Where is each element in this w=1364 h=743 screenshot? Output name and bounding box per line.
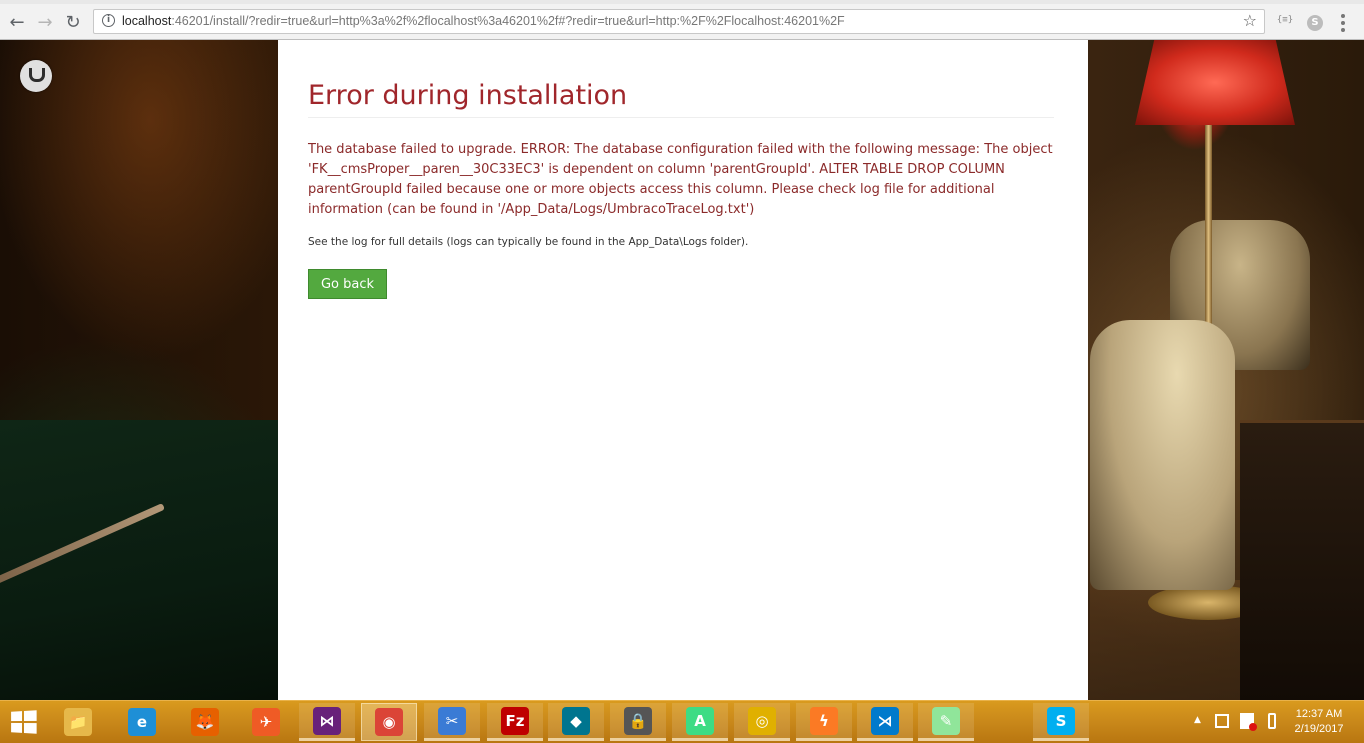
url-host: localhost bbox=[122, 14, 172, 28]
taskbar-mysql-workbench[interactable]: ◆ bbox=[548, 703, 604, 741]
info-icon[interactable]: i bbox=[102, 14, 115, 27]
umbraco-logo-icon[interactable] bbox=[20, 60, 52, 92]
reload-icon[interactable]: ↻ bbox=[60, 9, 86, 35]
visual-studio-icon: ⋈ bbox=[313, 706, 341, 735]
taskbar-android-studio[interactable]: A bbox=[672, 703, 728, 741]
url-path: :46201/install/?redir=true&url=http%3a%2… bbox=[171, 14, 845, 28]
action-center-flag-icon[interactable] bbox=[1240, 713, 1257, 731]
taskbar-filezilla[interactable]: Fz bbox=[487, 703, 543, 741]
notepad-plus-plus-icon: ✎ bbox=[932, 706, 960, 735]
windows-start-icon[interactable] bbox=[11, 710, 37, 734]
taskbar-xampp[interactable]: ϟ bbox=[796, 703, 852, 741]
windows-taskbar: 📁 e 🦊 ✈ ⋈ ◉ ✂ Fz ◆ 🔒 A ◎ ϟ ⋊ ✎ S ▲ 12:37 AM 2/19/2017 bbox=[0, 700, 1364, 743]
error-heading: Error during installation bbox=[308, 80, 1054, 118]
show-hidden-icons-icon[interactable]: ▲ bbox=[1194, 715, 1201, 725]
taskbar-postman[interactable]: ✈ bbox=[238, 703, 294, 741]
error-message: The database failed to upgrade. ERROR: T… bbox=[308, 142, 1053, 217]
url-text[interactable]: localhost:46201/install/?redir=true&url=… bbox=[122, 14, 845, 28]
background-lamp-shade bbox=[1135, 40, 1295, 125]
vpn-client-icon: 🔒 bbox=[624, 706, 652, 735]
taskbar-visual-studio[interactable]: ⋈ bbox=[299, 703, 355, 741]
clock-date: 2/19/2017 bbox=[1294, 723, 1344, 735]
android-studio-icon: A bbox=[686, 706, 714, 735]
mysql-workbench-icon: ◆ bbox=[562, 706, 590, 735]
taskbar-notepad-plus-plus[interactable]: ✎ bbox=[918, 703, 974, 741]
sql-utility-icon: ◎ bbox=[748, 706, 776, 735]
file-explorer-icon: 📁 bbox=[64, 708, 92, 736]
taskbar-firefox[interactable]: 🦊 bbox=[177, 703, 233, 741]
address-bar[interactable]: i localhost:46201/install/?redir=true&ur… bbox=[93, 9, 1265, 34]
bookmark-star-icon[interactable]: ☆ bbox=[1243, 11, 1257, 30]
system-clock[interactable]: 12:37 AM 2/19/2017 bbox=[1284, 707, 1354, 737]
taskbar-internet-explorer[interactable]: e bbox=[114, 703, 170, 741]
postman-icon: ✈ bbox=[252, 708, 280, 736]
go-back-button[interactable]: Go back bbox=[308, 269, 387, 299]
taskbar-file-explorer[interactable]: 📁 bbox=[50, 703, 106, 741]
browser-toolbar: ← → ↻ i localhost:46201/install/?redir=t… bbox=[0, 4, 1364, 40]
xampp-icon: ϟ bbox=[810, 706, 838, 735]
firefox-icon: 🦊 bbox=[191, 708, 219, 736]
taskbar-sql-utility[interactable]: ◎ bbox=[734, 703, 790, 741]
page-viewport: Error during installation The database f… bbox=[0, 40, 1364, 700]
error-panel: Error during installation The database f… bbox=[278, 40, 1088, 700]
battery-icon[interactable] bbox=[1268, 713, 1276, 729]
taskbar-vs-code[interactable]: ⋊ bbox=[857, 703, 913, 741]
taskbar-chrome[interactable]: ◉ bbox=[361, 703, 417, 741]
internet-explorer-icon: e bbox=[128, 708, 156, 736]
background-armchair bbox=[1090, 320, 1235, 590]
taskbar-vpn-client[interactable]: 🔒 bbox=[610, 703, 666, 741]
json-viewer-extension-icon[interactable]: {≡} bbox=[1276, 15, 1294, 31]
skype-extension-icon[interactable]: S bbox=[1307, 15, 1323, 31]
vs-code-icon: ⋊ bbox=[871, 706, 899, 735]
clock-time: 12:37 AM bbox=[1295, 708, 1343, 720]
skype-icon: S bbox=[1047, 706, 1075, 735]
taskbar-snipping-tool[interactable]: ✂ bbox=[424, 703, 480, 741]
back-arrow-icon[interactable]: ← bbox=[4, 9, 30, 35]
background-cabinet bbox=[1240, 420, 1364, 700]
chrome-icon: ◉ bbox=[375, 708, 403, 736]
log-note: See the log for full details (logs can t… bbox=[308, 236, 749, 248]
network-icon[interactable] bbox=[1215, 714, 1229, 728]
filezilla-icon: Fz bbox=[501, 706, 529, 735]
snipping-tool-icon: ✂ bbox=[438, 706, 466, 735]
forward-arrow-icon[interactable]: → bbox=[32, 9, 58, 35]
browser-menu-icon[interactable] bbox=[1341, 14, 1345, 32]
taskbar-skype[interactable]: S bbox=[1033, 703, 1089, 741]
